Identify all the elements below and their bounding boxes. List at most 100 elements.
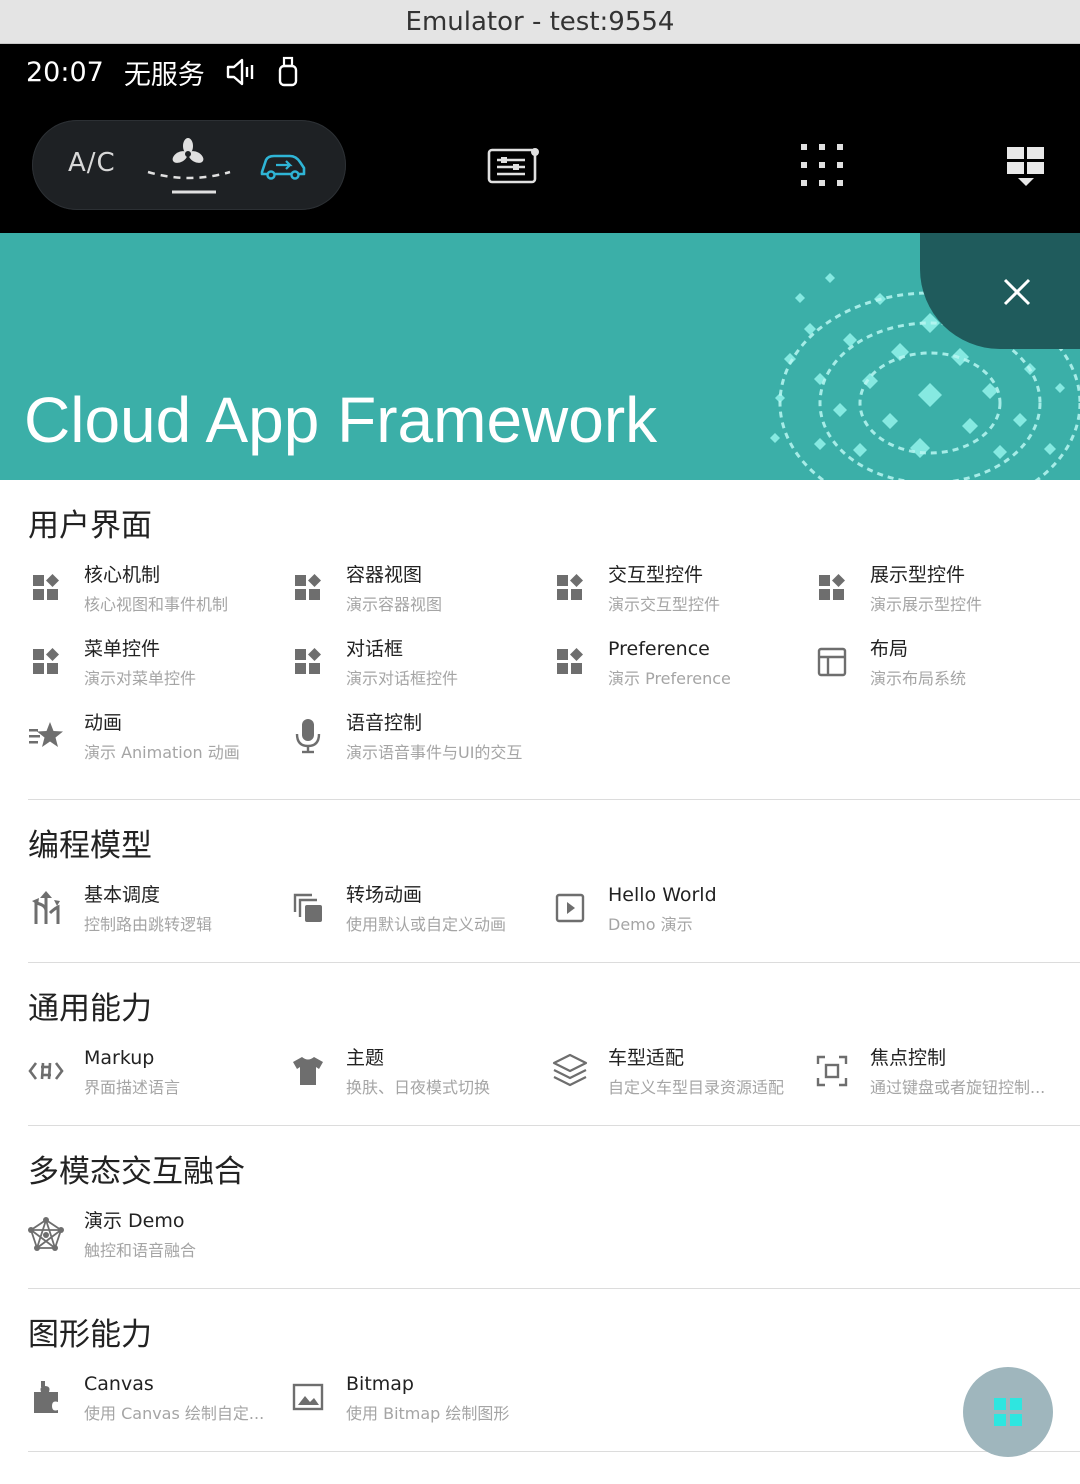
feature-item-texts: 演示 Demo 触控和语音融合: [84, 1206, 289, 1266]
banner-title: Cloud App Framework: [24, 384, 658, 456]
feature-item-texts: Bitmap 使用 Bitmap 绘制图形: [346, 1369, 551, 1429]
feature-item[interactable]: 转场动画 使用默认或自定义动画: [290, 880, 552, 954]
feature-item-title: Markup: [84, 1047, 155, 1069]
feature-item[interactable]: Canvas 使用 Canvas 绘制自定...: [28, 1369, 290, 1443]
section-grid: 核心机制 核心视图和事件机制 容器视图 演示容器视图 交互型控件 演示交互型控件 展示型控件…: [28, 560, 1080, 782]
section-grid: Canvas 使用 Canvas 绘制自定... Bitmap 使用 Bitmap 绘…: [28, 1369, 1080, 1443]
feature-item-texts: 菜单控件 演示对菜单控件: [84, 634, 289, 694]
usb-icon: [277, 56, 299, 88]
feature-list: 用户界面 核心机制 核心视图和事件机制 容器视图 演示容器视图 交互型控件 演示交互型控件展…: [0, 480, 1080, 1452]
section-title: 多模态交互融合: [28, 1154, 245, 1190]
layers-icon: [552, 1053, 588, 1089]
section: 通用能力 Markup 界面描述语言 主题 换肤、日夜模式切换 车型适配 自定义车型目录资源…: [28, 963, 1080, 1126]
window-titlebar: Emulator - test:9554: [0, 0, 1080, 44]
tshirt-icon: [290, 1053, 326, 1089]
feature-item[interactable]: 交互型控件演示交互型控件: [552, 560, 814, 634]
feature-item[interactable]: 基本调度控制路由跳转逻辑: [28, 880, 290, 954]
feature-item-title: Bitmap: [346, 1373, 414, 1395]
feature-item[interactable]: Markup 界面描述语言: [28, 1043, 290, 1117]
section: 图形能力 Canvas 使用 Canvas 绘制自定... Bitmap 使用 Bitm…: [28, 1289, 1080, 1452]
feature-item-title: 菜单控件: [84, 638, 161, 660]
canvas-puzzle-icon: [28, 1379, 64, 1415]
network-icon: [28, 1216, 64, 1252]
hero-banner: Cloud App Framework: [0, 233, 1080, 480]
feature-item-texts: 交互型控件演示交互型控件: [608, 560, 813, 620]
microphone-icon: [290, 718, 326, 754]
section-grid: 演示 Demo 触控和语音融合: [28, 1206, 1080, 1280]
feature-item-subtitle: 自定义车型目录资源适配: [608, 1078, 785, 1097]
feature-item-texts: 对话框 演示对话框控件: [346, 634, 551, 694]
feature-item[interactable]: Preference 演示 Preference: [552, 634, 814, 708]
feature-item-subtitle: 通过键盘或者旋钮控制...: [870, 1078, 1046, 1097]
feature-item-texts: 核心机制 核心视图和事件机制: [84, 560, 289, 620]
feature-item-subtitle: 使用 Bitmap 绘制图形: [346, 1404, 510, 1423]
widgets-icon: [552, 570, 588, 606]
feature-item[interactable]: 焦点控制 通过键盘或者旋钮控制...: [814, 1043, 1076, 1117]
feature-item[interactable]: 动画 演示 Animation 动画: [28, 708, 290, 782]
feature-item-subtitle: 演示语音事件与UI的交互: [346, 743, 523, 762]
feature-item-subtitle: 演示交互型控件: [608, 595, 721, 614]
feature-item-texts: 焦点控制 通过键盘或者旋钮控制...: [870, 1043, 1075, 1103]
feature-item-texts: 展示型控件 演示展示型控件: [870, 560, 1075, 620]
fan-icon[interactable]: [144, 136, 234, 200]
widgets-icon: [28, 570, 64, 606]
widgets-icon: [814, 570, 850, 606]
volume-icon: [225, 57, 257, 87]
feature-item-texts: Canvas 使用 Canvas 绘制自定...: [84, 1369, 289, 1429]
feature-item-subtitle: 演示布局系统: [870, 669, 967, 688]
feature-item-title: Preference: [608, 638, 710, 660]
feature-item[interactable]: 核心机制 核心视图和事件机制: [28, 560, 290, 634]
feature-item[interactable]: Bitmap 使用 Bitmap 绘制图形: [290, 1369, 552, 1443]
status-time: 20:07: [26, 56, 104, 88]
feature-item-texts: Hello World Demo 演示: [608, 880, 813, 940]
feature-item[interactable]: 车型适配 自定义车型目录资源适配: [552, 1043, 814, 1117]
feature-item-subtitle: 界面描述语言: [84, 1078, 181, 1097]
feature-item-texts: Markup 界面描述语言: [84, 1043, 289, 1103]
feature-item-subtitle: 控制路由跳转逻辑: [84, 915, 213, 934]
feature-item-title: 转场动画: [346, 884, 423, 906]
feature-item-title: 主题: [346, 1047, 385, 1069]
feature-item-texts: 布局 演示布局系统: [870, 634, 1075, 694]
feature-item[interactable]: 菜单控件 演示对菜单控件: [28, 634, 290, 708]
routing-arrows-icon: [28, 890, 64, 926]
feature-item-subtitle: 演示 Preference: [608, 669, 731, 688]
feature-item-title: 语音控制: [346, 712, 423, 734]
feature-item-texts: 容器视图 演示容器视图: [346, 560, 551, 620]
ac-button[interactable]: A/C: [68, 148, 116, 178]
feature-item-title: 交互型控件: [608, 564, 704, 586]
climate-control-pill[interactable]: A/C: [32, 120, 346, 210]
feature-item[interactable]: 展示型控件 演示展示型控件: [814, 560, 1076, 634]
widgets-icon: [290, 644, 326, 680]
feature-item-subtitle: 演示容器视图: [346, 595, 443, 614]
fab-grid-icon[interactable]: [993, 1397, 1023, 1427]
play-box-icon: [552, 890, 588, 926]
feature-item-texts: 主题 换肤、日夜模式切换: [346, 1043, 551, 1103]
feature-item-texts: Preference 演示 Preference: [608, 634, 813, 694]
feature-item[interactable]: 布局 演示布局系统: [814, 634, 1076, 708]
system-bar: A/C: [0, 100, 1080, 233]
window-title: Emulator - test:9554: [405, 6, 675, 37]
car-recirculation-icon[interactable]: [258, 148, 308, 186]
feature-item-subtitle: 演示 Animation 动画: [84, 743, 240, 762]
windows-dropdown-icon[interactable]: [1006, 146, 1046, 194]
feature-item-subtitle: 演示对话框控件: [346, 669, 459, 688]
status-signal: 无服务: [123, 59, 205, 91]
feature-item-texts: 基本调度控制路由跳转逻辑: [84, 880, 289, 940]
feature-item[interactable]: 容器视图 演示容器视图: [290, 560, 552, 634]
feature-item-subtitle: Demo 演示: [608, 915, 693, 934]
feature-item-title: 基本调度: [84, 884, 161, 906]
floating-action-button[interactable]: [963, 1367, 1053, 1457]
feature-item[interactable]: 主题 换肤、日夜模式切换: [290, 1043, 552, 1117]
apps-grid-icon[interactable]: [800, 143, 846, 193]
feature-item-title: Canvas: [84, 1373, 154, 1395]
settings-sliders-icon[interactable]: [487, 146, 541, 190]
feature-item[interactable]: 语音控制演示语音事件与UI的交互: [290, 708, 552, 782]
close-icon[interactable]: [1002, 277, 1032, 307]
feature-item[interactable]: 对话框 演示对话框控件: [290, 634, 552, 708]
feature-item[interactable]: 演示 Demo 触控和语音融合: [28, 1206, 290, 1280]
feature-item-title: 核心机制: [84, 564, 161, 586]
widgets-icon: [28, 644, 64, 680]
feature-item[interactable]: Hello World Demo 演示: [552, 880, 814, 954]
section-title: 图形能力: [28, 1317, 152, 1353]
section-title: 用户界面: [28, 508, 152, 544]
